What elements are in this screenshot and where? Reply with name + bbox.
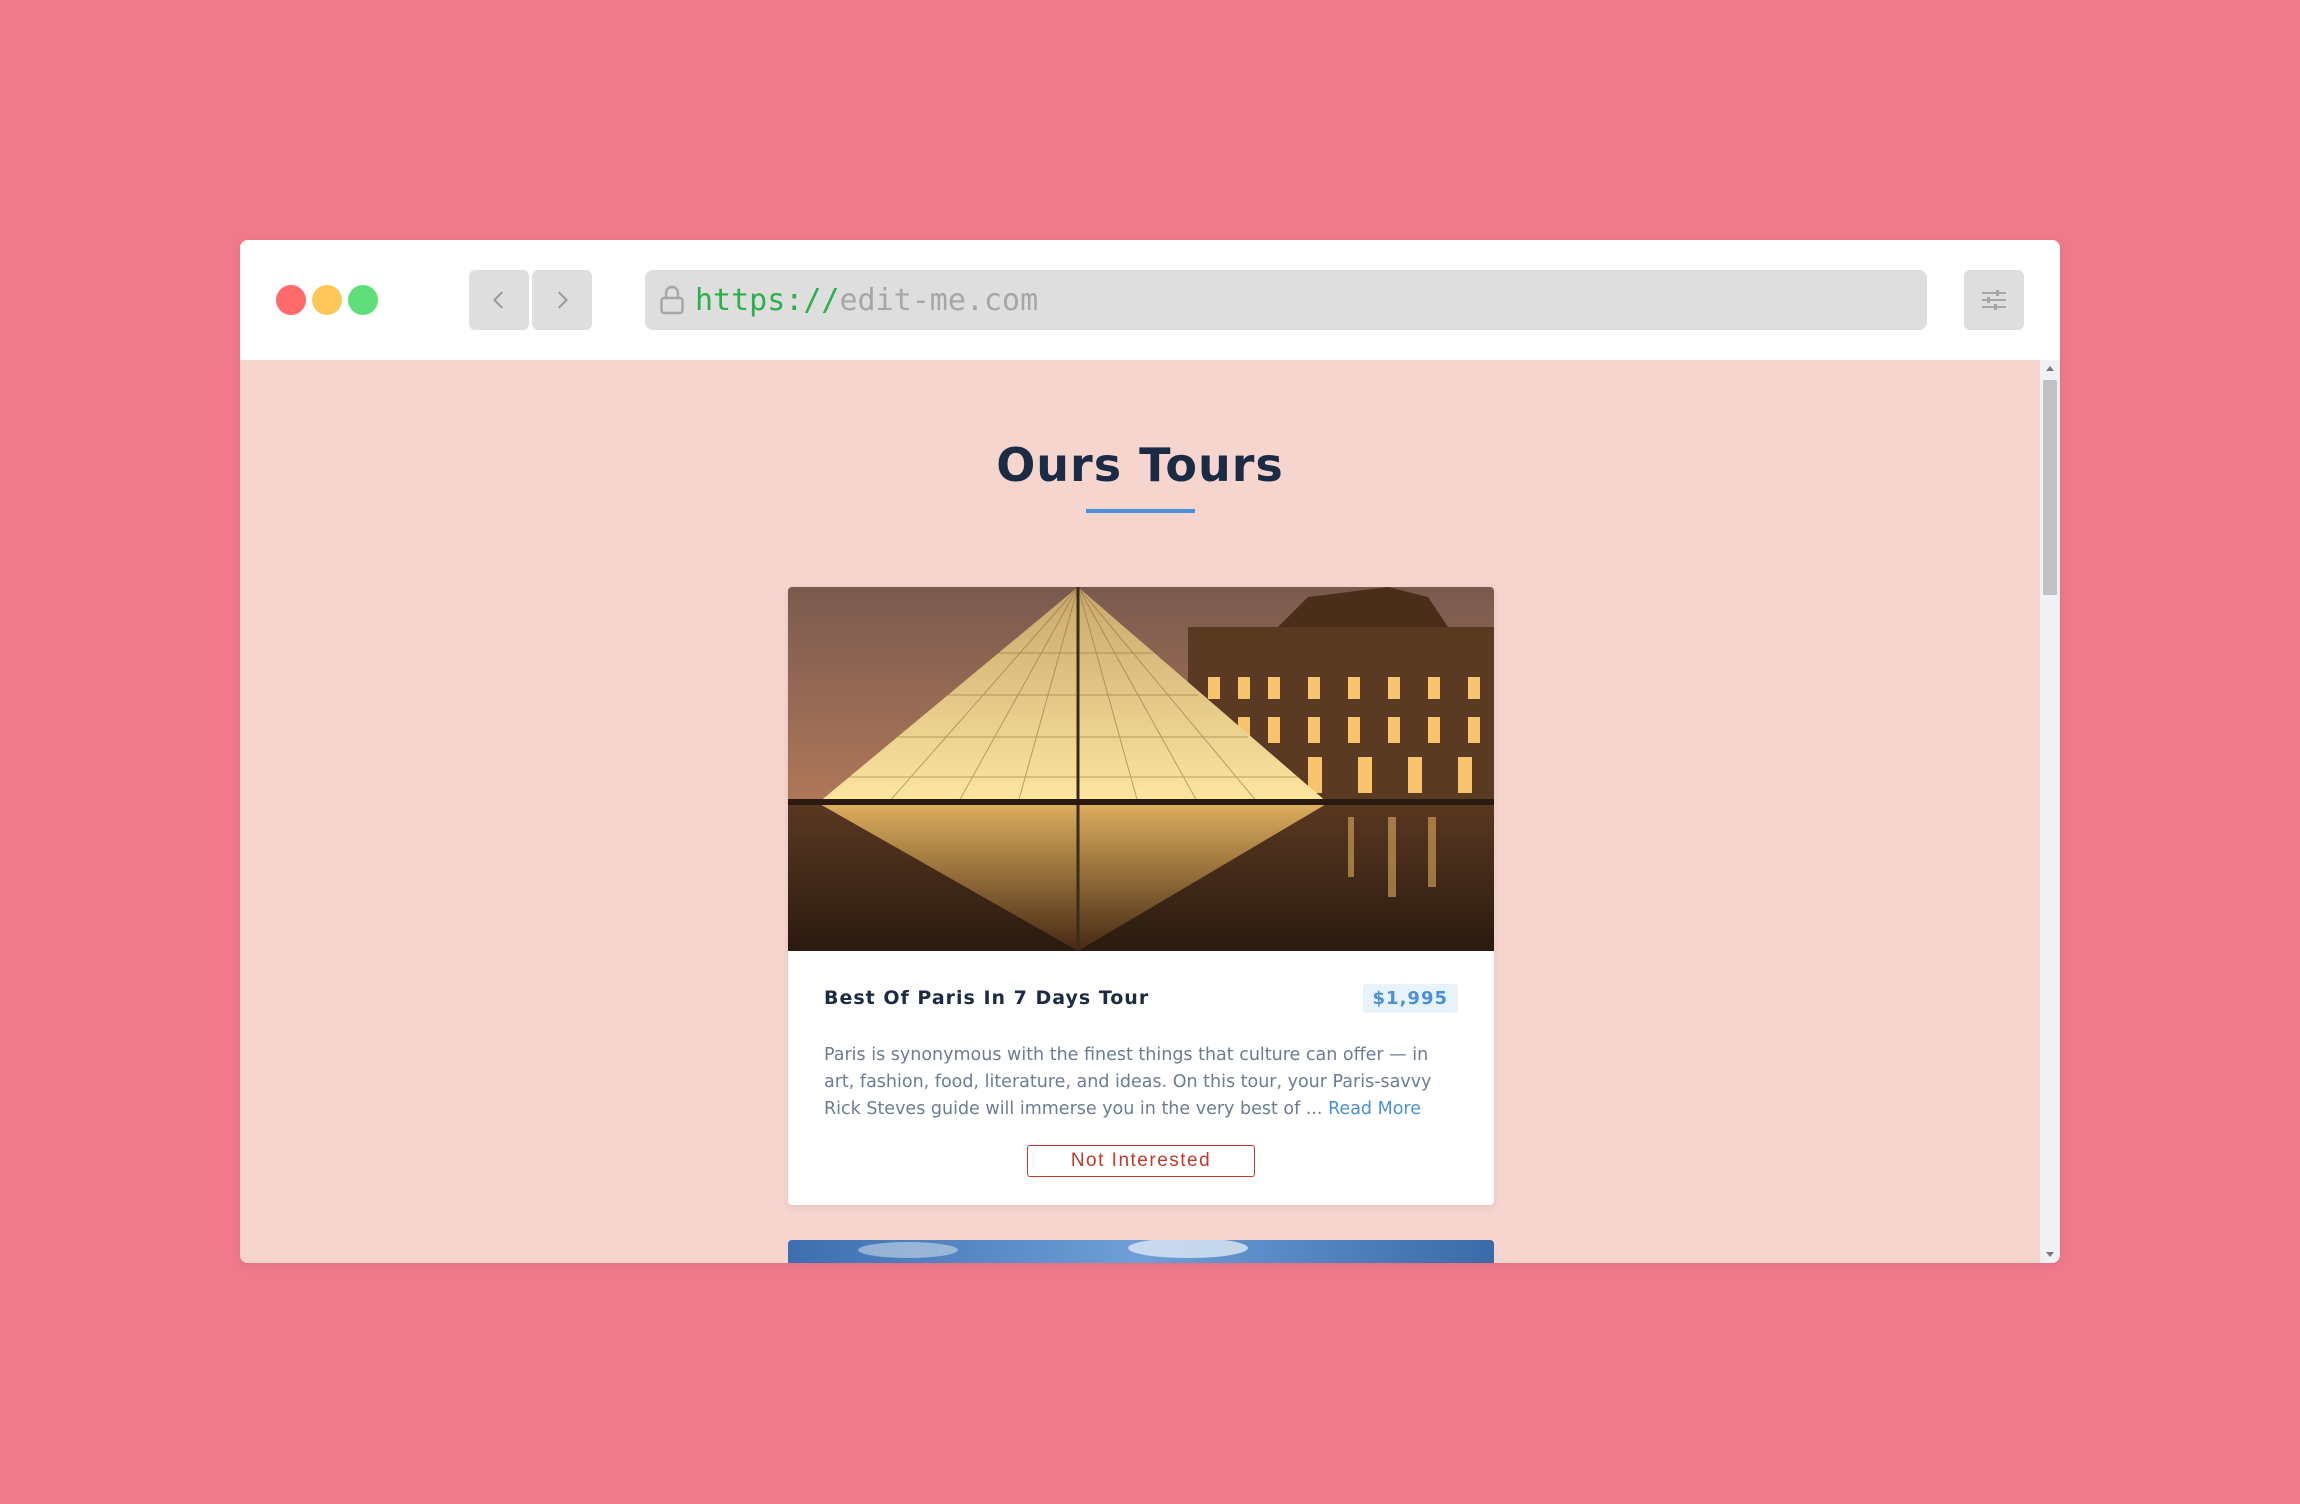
url-host: edit-me.com xyxy=(839,282,1039,318)
forward-button[interactable] xyxy=(532,270,592,330)
scroll-down-arrow-icon[interactable] xyxy=(2046,1252,2054,1257)
browser-toolbar: https://edit-me.com xyxy=(240,240,2060,360)
settings-button[interactable] xyxy=(1964,270,2024,330)
address-bar[interactable]: https://edit-me.com xyxy=(645,270,1927,330)
tour-card: Best Of Paris In 7 Days Tour $1,995 Pari… xyxy=(788,587,1494,1205)
page-viewport: Ours Tours Best Of Paris In 7 Days Tour … xyxy=(240,360,2040,1263)
url-scheme: https:// xyxy=(695,282,840,318)
browser-window: https://edit-me.com Ours Tours Best Of P… xyxy=(240,240,2060,1263)
tour-image xyxy=(788,587,1494,951)
chevron-left-icon xyxy=(493,291,503,309)
next-tour-image-peek xyxy=(788,1240,1494,1263)
lock-icon xyxy=(655,280,689,320)
url-text: https://edit-me.com xyxy=(695,283,1038,318)
tour-description: Paris is synonymous with the finest thin… xyxy=(824,1042,1458,1123)
back-button[interactable] xyxy=(469,270,529,330)
not-interested-button[interactable]: Not Interested xyxy=(1027,1145,1255,1177)
sliders-icon xyxy=(1982,290,2006,310)
title-underline xyxy=(1086,509,1195,513)
scroll-thumb[interactable] xyxy=(2043,380,2057,595)
minimize-window-dot[interactable] xyxy=(312,285,342,315)
scroll-up-arrow-icon[interactable] xyxy=(2046,366,2054,371)
close-window-dot[interactable] xyxy=(276,285,306,315)
chevron-right-icon xyxy=(558,291,568,309)
tour-name: Best Of Paris In 7 Days Tour xyxy=(824,987,1150,1009)
maximize-window-dot[interactable] xyxy=(348,285,378,315)
read-more-link[interactable]: Read More xyxy=(1328,1099,1421,1119)
tour-price-badge: $1,995 xyxy=(1362,984,1458,1013)
page-title: Ours Tours xyxy=(996,438,1284,492)
vertical-scrollbar[interactable] xyxy=(2040,360,2060,1263)
